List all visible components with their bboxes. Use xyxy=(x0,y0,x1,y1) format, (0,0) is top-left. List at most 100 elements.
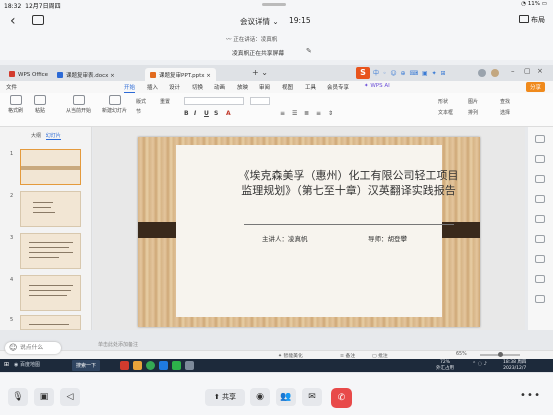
taskbar-search[interactable]: 搜索一下 xyxy=(72,360,101,371)
bullet-list-icon[interactable]: ≡ xyxy=(280,110,285,117)
font-color-icon[interactable]: A xyxy=(226,110,231,117)
font-size-select[interactable] xyxy=(250,97,270,105)
slide-thumbnail[interactable] xyxy=(20,275,81,311)
zoom-slider-handle[interactable] xyxy=(498,352,503,357)
mic-muted-icon[interactable]: 🎙 xyxy=(8,388,28,406)
browser-task[interactable]: ◉ 百度地图 xyxy=(14,361,40,368)
bold-icon[interactable]: B xyxy=(184,110,189,117)
record-icon[interactable]: ◉ xyxy=(250,388,270,406)
chat-icon[interactable]: ✉ xyxy=(302,388,322,406)
slide-thumbnail[interactable] xyxy=(20,149,81,185)
layout-button[interactable]: 布局 xyxy=(519,15,545,25)
menu-home[interactable]: 开始 xyxy=(124,83,136,93)
share-document-button[interactable]: 分享 xyxy=(525,82,545,92)
find-button[interactable]: 查找 xyxy=(500,98,510,105)
menu-design[interactable]: 设计 xyxy=(169,83,180,91)
shape-button[interactable]: 形状 xyxy=(438,98,448,105)
chrome-icon[interactable] xyxy=(146,361,155,370)
play-from-current-button[interactable]: 从当前开始 xyxy=(66,95,91,114)
numbered-list-icon[interactable]: ☰ xyxy=(292,110,297,117)
menu-insert[interactable]: 插入 xyxy=(147,83,158,91)
speaker-muted-icon[interactable]: ◁ xyxy=(60,388,80,406)
tab-slides[interactable]: 幻灯片 xyxy=(45,133,61,140)
image-icon[interactable] xyxy=(535,235,545,243)
slide-presenter[interactable]: 主讲人：凌真帆 xyxy=(262,233,308,243)
layout-menu[interactable]: 版式 xyxy=(136,98,146,105)
wps-taskbar-icon[interactable] xyxy=(120,361,129,370)
zoom-level[interactable]: 65% xyxy=(456,352,467,357)
align-center-icon[interactable]: ≡ xyxy=(316,110,321,117)
section-menu[interactable]: 节 xyxy=(136,108,141,115)
ime-toolbar[interactable]: 中 ◦ ☺ ⊕ ⌨ ▣ ✦ ⊞ xyxy=(373,68,447,77)
slide-thumbnail[interactable] xyxy=(20,315,81,330)
menu-wps-ai[interactable]: ✦ WPS AI xyxy=(364,83,390,89)
property-icon[interactable] xyxy=(535,135,545,143)
menu-view[interactable]: 视图 xyxy=(282,83,293,91)
settings-icon[interactable] xyxy=(535,295,545,303)
meeting-details-button[interactable]: 会议详情 ⌄ xyxy=(240,16,279,27)
design-icon[interactable] xyxy=(535,175,545,183)
italic-icon[interactable]: I xyxy=(194,110,196,117)
app-icon[interactable] xyxy=(185,361,194,370)
taskbar-clock[interactable]: 18:38 周四 2023/12/7 xyxy=(503,360,526,371)
tab-wps-home[interactable]: WPS Office xyxy=(4,68,53,81)
camera-off-icon[interactable]: ▣ xyxy=(34,388,54,406)
slide-canvas[interactable]: 《埃克森美孚（惠州）化工有限公司轻工项目监理规划》（第七至十章）汉英翻译实践报告… xyxy=(93,127,525,330)
menu-animation[interactable]: 动画 xyxy=(214,83,225,91)
menu-member[interactable]: 会员专享 xyxy=(327,83,349,91)
minimize-window-icon[interactable] xyxy=(32,15,44,25)
start-icon[interactable]: ⊞ xyxy=(4,361,9,368)
select-button[interactable]: 选择 xyxy=(500,109,510,116)
current-slide[interactable]: 《埃克森美孚（惠州）化工有限公司轻工项目监理规划》（第七至十章）汉英翻译实践报告… xyxy=(138,137,480,327)
format-painter-button[interactable]: 格式刷 xyxy=(8,95,23,114)
textbox-button[interactable]: 文本框 xyxy=(438,109,453,116)
slide-thumbnail[interactable] xyxy=(20,191,81,227)
participants-icon[interactable]: 👥 xyxy=(276,388,296,406)
maximize-icon[interactable]: ▢ xyxy=(524,67,531,75)
more-icon[interactable]: • • • xyxy=(520,390,540,401)
slide-title[interactable]: 《埃克森美孚（惠州）化工有限公司轻工项目监理规划》（第七至十章）汉英翻译实践报告 xyxy=(236,168,461,198)
arrange-button[interactable]: 排列 xyxy=(468,109,478,116)
shape-icon[interactable] xyxy=(535,215,545,223)
animation-icon[interactable] xyxy=(535,155,545,163)
comments-toggle[interactable]: ▢ 批注 xyxy=(372,352,388,359)
notes-placeholder[interactable]: 单击此处添加备注 xyxy=(98,341,138,348)
font-family-select[interactable] xyxy=(184,97,244,105)
sogou-ime-icon[interactable]: S xyxy=(356,67,370,79)
slide-thumbnail[interactable] xyxy=(20,233,81,269)
line-spacing-icon[interactable]: ⇕ xyxy=(328,110,333,117)
paste-button[interactable]: 粘贴 xyxy=(34,95,46,114)
menu-file[interactable]: 文件 xyxy=(6,83,17,91)
folder-icon[interactable] xyxy=(133,361,142,370)
chart-icon[interactable] xyxy=(535,255,545,263)
picture-button[interactable]: 图片 xyxy=(468,98,478,105)
transition-icon[interactable] xyxy=(535,195,545,203)
tray-icons[interactable]: ⌃ ◌ ♪ xyxy=(472,361,487,367)
menu-review[interactable]: 审阅 xyxy=(259,83,270,91)
new-slide-button[interactable]: 新建幻灯片 xyxy=(102,95,127,114)
edge-icon[interactable] xyxy=(159,361,168,370)
wechat-icon[interactable] xyxy=(172,361,181,370)
share-screen-button[interactable]: ⬆ 共享 xyxy=(205,389,245,406)
tab-outline[interactable]: 大纲 xyxy=(31,133,41,139)
underline-icon[interactable]: U xyxy=(204,110,209,117)
menu-slideshow[interactable]: 放映 xyxy=(237,83,248,91)
reset-button[interactable]: 重置 xyxy=(160,98,170,105)
menu-tools[interactable]: 工具 xyxy=(305,83,316,91)
smart-beautify-button[interactable]: ✦ 智能美化 xyxy=(278,352,303,359)
tab-docx[interactable]: 课题复审表.docx × xyxy=(52,68,120,81)
leave-meeting-button[interactable]: ✆ xyxy=(331,388,352,408)
text-icon[interactable] xyxy=(535,275,545,283)
strikethrough-icon[interactable]: S xyxy=(214,110,218,117)
back-icon[interactable]: ‹ xyxy=(10,13,16,29)
chat-bubble[interactable]: ☺ 说点什么 xyxy=(5,342,61,354)
menu-transition[interactable]: 切换 xyxy=(192,83,203,91)
new-tab-icon[interactable]: + ⌄ xyxy=(252,68,268,77)
avatar[interactable] xyxy=(478,69,486,77)
slide-advisor[interactable]: 导师：胡登攀 xyxy=(368,233,407,243)
notes-toggle[interactable]: ≡ 备注 xyxy=(340,352,355,359)
close-icon[interactable]: × xyxy=(537,67,543,75)
multitask-handle[interactable] xyxy=(262,3,286,6)
user-avatar-icon[interactable] xyxy=(491,69,499,77)
annotate-icon[interactable]: ✎ xyxy=(306,47,312,55)
